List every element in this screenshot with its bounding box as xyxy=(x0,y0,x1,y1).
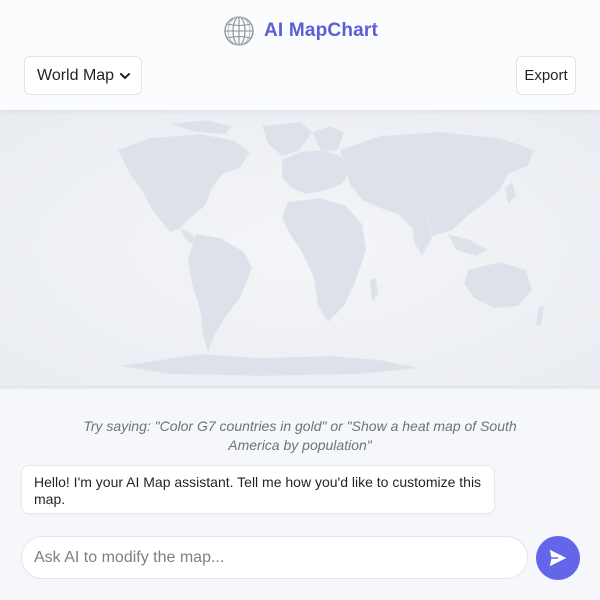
map-region-india xyxy=(411,217,433,257)
send-button[interactable] xyxy=(536,536,580,580)
map-region-antarctica xyxy=(119,353,421,377)
map-region-greenland xyxy=(261,121,313,157)
map-region-europe xyxy=(281,149,353,195)
map-region-southeast-asia xyxy=(447,233,489,257)
map-region-japan xyxy=(504,181,517,205)
map-region-asia xyxy=(339,131,535,237)
chevron-down-icon xyxy=(120,72,130,79)
chat-input[interactable] xyxy=(21,536,528,579)
send-icon xyxy=(549,549,567,567)
export-button[interactable]: Export xyxy=(516,56,576,95)
map-region-south-america xyxy=(187,233,253,353)
suggestion-hint: Try saying: "Color G7 countries in gold"… xyxy=(83,418,517,453)
map-region-africa xyxy=(281,197,367,323)
map-region-madagascar xyxy=(369,277,379,303)
world-map[interactable] xyxy=(0,110,600,388)
map-region-new-zealand xyxy=(535,305,545,327)
brand: AI MapChart xyxy=(0,14,600,48)
app-header: AI MapChart World Map Export xyxy=(0,0,600,110)
globe-icon xyxy=(224,16,254,46)
map-divider xyxy=(0,386,600,390)
map-region-australia xyxy=(463,261,533,309)
map-type-select[interactable]: World Map xyxy=(24,56,142,95)
map-region-canada-islands xyxy=(169,119,233,135)
world-map-canvas xyxy=(117,119,545,377)
app-title: AI MapChart xyxy=(263,20,379,41)
map-region-north-america xyxy=(117,133,251,233)
map-type-selected-value: World Map xyxy=(37,66,115,84)
map-region-scandinavia xyxy=(311,125,345,153)
assistant-message: Hello! I'm your AI Map assistant. Tell m… xyxy=(21,465,495,514)
